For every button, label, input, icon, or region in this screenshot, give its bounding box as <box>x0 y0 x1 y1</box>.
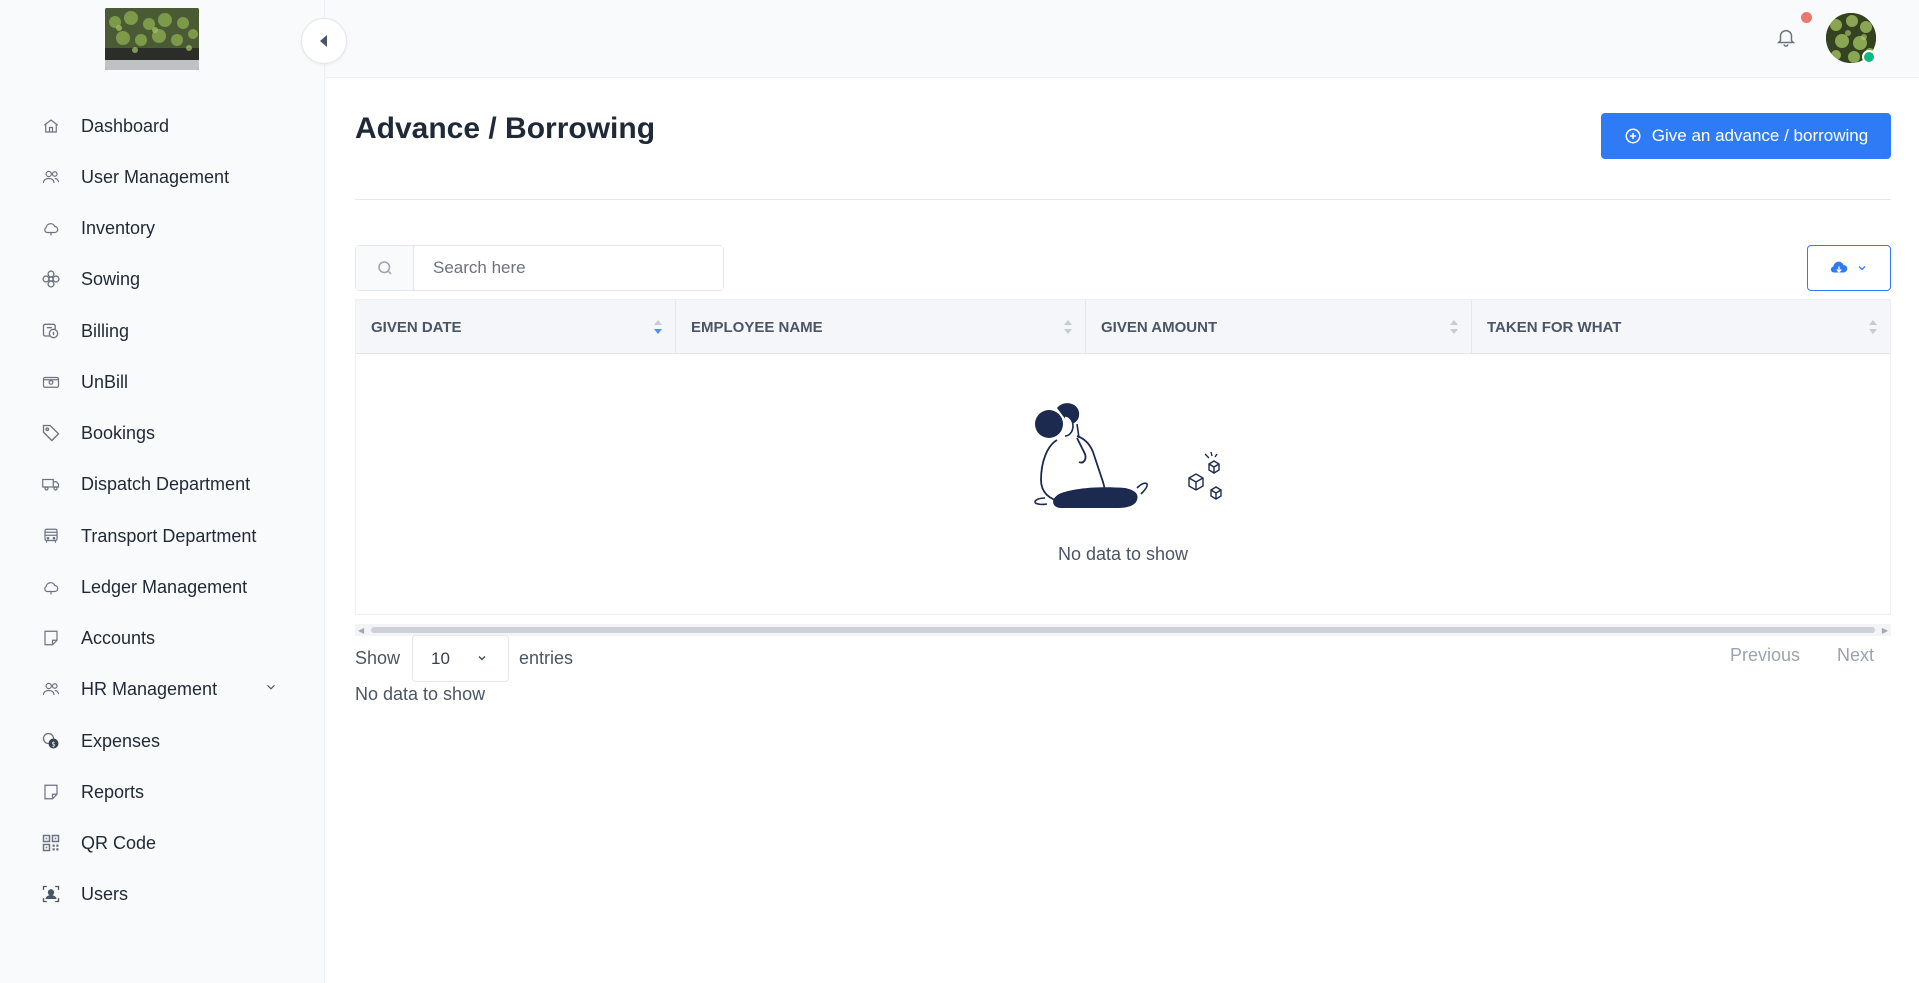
plus-circle-icon <box>1625 128 1641 144</box>
entries-label: entries <box>519 648 574 668</box>
sidebar-item-hr-management[interactable]: HR Management <box>0 667 325 711</box>
search-icon <box>356 246 414 290</box>
sidebar-item-label: Dispatch Department <box>81 473 251 494</box>
column-header-taken-for-what[interactable]: TAKEN FOR WHAT <box>1472 300 1890 354</box>
sidebar-item-billing[interactable]: Billing <box>0 309 325 353</box>
column-header-employee-name[interactable]: EMPLOYEE NAME <box>676 300 1086 354</box>
tag-icon <box>41 423 61 443</box>
sidebar-item-label: Billing <box>81 320 130 341</box>
sidebar-item-label: Ledger Management <box>81 576 248 597</box>
cash-icon <box>41 372 61 392</box>
sidebar-item-label: Inventory <box>81 217 156 238</box>
coins-icon: $ <box>41 731 61 751</box>
sidebar-item-dashboard[interactable]: Dashboard <box>0 104 325 148</box>
top-bar <box>325 0 1919 78</box>
page-size-value: 10 <box>431 648 450 668</box>
sidebar-item-label: HR Management <box>81 678 218 699</box>
sidebar-item-label: Accounts <box>81 627 156 648</box>
sidebar-item-label: User Management <box>81 166 230 187</box>
cloud-icon <box>41 577 61 597</box>
sidebar-item-label: QR Code <box>81 832 157 853</box>
column-header-label: EMPLOYEE NAME <box>691 318 823 336</box>
sidebar-item-expenses[interactable]: $ Expenses <box>0 719 325 763</box>
table-header: GIVEN DATE EMPLOYEE NAME GIVEN AMOUNT TA… <box>356 300 1890 354</box>
collapse-sidebar-button[interactable] <box>301 18 347 64</box>
scroll-left-arrow[interactable]: ◀ <box>358 626 364 635</box>
sidebar-item-label: Expenses <box>81 730 161 751</box>
scroll-right-arrow[interactable]: ▶ <box>1882 626 1888 635</box>
next-page-button[interactable]: Next <box>1837 645 1874 666</box>
horizontal-scrollbar[interactable]: ◀ ▶ <box>355 624 1891 636</box>
divider <box>355 199 1891 200</box>
scrollbar-thumb[interactable] <box>371 627 1875 633</box>
column-header-label: TAKEN FOR WHAT <box>1487 318 1622 336</box>
sidebar-item-unbill[interactable]: UnBill <box>0 360 325 404</box>
sidebar: Dashboard User Management Inventory Sowi… <box>0 0 325 983</box>
bill-icon <box>41 321 61 341</box>
column-header-given-amount[interactable]: GIVEN AMOUNT <box>1086 300 1472 354</box>
users-icon <box>41 167 61 187</box>
flower-icon <box>41 269 61 289</box>
sidebar-item-reports[interactable]: Reports <box>0 770 325 814</box>
cloud-download-icon <box>1830 261 1848 273</box>
sort-icon <box>1869 320 1877 334</box>
show-label: Show <box>355 648 401 668</box>
column-header-label: GIVEN AMOUNT <box>1101 318 1218 336</box>
sidebar-item-qr-code[interactable]: QR Code <box>0 821 325 865</box>
sidebar-item-label: Dashboard <box>81 115 170 136</box>
qr-code-icon <box>41 833 61 853</box>
svg-text:$: $ <box>51 740 55 748</box>
caret-left-icon <box>320 35 327 47</box>
search-box <box>355 245 724 291</box>
sidebar-item-inventory[interactable]: Inventory <box>0 206 325 250</box>
truck-icon <box>41 474 61 494</box>
sidebar-item-users[interactable]: Users <box>0 872 325 916</box>
search-input[interactable] <box>415 246 723 290</box>
sidebar-item-bookings[interactable]: Bookings <box>0 411 325 455</box>
user-badge-icon <box>41 884 61 904</box>
table-info: No data to show <box>355 684 486 704</box>
sidebar-item-label: Bookings <box>81 422 156 443</box>
bus-icon <box>41 526 61 546</box>
column-header-label: GIVEN DATE <box>371 318 462 336</box>
sidebar-item-sowing[interactable]: Sowing <box>0 257 325 301</box>
logo[interactable] <box>105 8 199 70</box>
empty-state-message: No data to show <box>1057 544 1189 564</box>
give-advance-button-label: Give an advance / borrowing <box>1651 126 1869 145</box>
column-header-given-date[interactable]: GIVEN DATE <box>356 300 676 354</box>
page-size-select[interactable]: 10 <box>412 635 509 682</box>
sidebar-item-accounts[interactable]: Accounts <box>0 616 325 660</box>
sidebar-item-user-management[interactable]: User Management <box>0 155 325 199</box>
sidebar-item-label: UnBill <box>81 371 129 392</box>
sort-desc-icon <box>654 320 662 334</box>
sort-icon <box>1450 320 1458 334</box>
chevron-down-icon <box>1858 266 1866 271</box>
cloud-icon <box>41 218 61 238</box>
note-icon <box>41 628 61 648</box>
sidebar-item-label: Users <box>81 883 129 904</box>
sidebar-item-label: Reports <box>81 781 145 802</box>
note-icon <box>41 782 61 802</box>
sidebar-item-transport-department[interactable]: Transport Department <box>0 514 325 558</box>
give-advance-button[interactable]: Give an advance / borrowing <box>1601 113 1891 159</box>
bell-icon[interactable] <box>1775 24 1797 50</box>
data-table: GIVEN DATE EMPLOYEE NAME GIVEN AMOUNT TA… <box>355 299 1891 615</box>
sidebar-item-label: Sowing <box>81 268 141 289</box>
users-icon <box>41 679 61 699</box>
empty-state: No data to show <box>356 354 1890 614</box>
previous-page-button[interactable]: Previous <box>1730 645 1800 666</box>
chevron-down-icon[interactable] <box>264 680 278 699</box>
page-title: Advance / Borrowing <box>355 112 656 145</box>
sidebar-item-label: Transport Department <box>81 525 257 546</box>
notification-dot <box>1801 12 1812 23</box>
sidebar-item-ledger-management[interactable]: Ledger Management <box>0 565 325 609</box>
online-status-dot <box>1862 50 1876 64</box>
empty-state-illustration <box>1034 403 1222 508</box>
home-icon <box>41 116 61 136</box>
export-dropdown-button[interactable] <box>1807 245 1891 291</box>
sidebar-item-dispatch-department[interactable]: Dispatch Department <box>0 462 325 506</box>
sort-icon <box>1064 320 1072 334</box>
chevron-down-icon <box>478 656 486 661</box>
